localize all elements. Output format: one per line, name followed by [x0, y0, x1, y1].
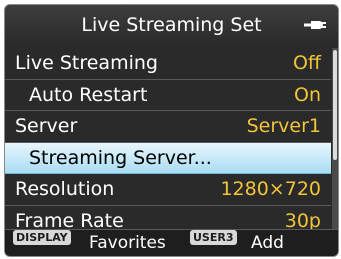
menu-item-auto-restart[interactable]: Auto Restart On [5, 80, 331, 111]
menu-title: Live Streaming Set [81, 14, 262, 36]
menu-item-label: Streaming Server... [29, 146, 212, 169]
menu-header: Live Streaming Set [5, 5, 338, 45]
menu-item-value: 1280×720 [220, 178, 321, 200]
display-key-badge: DISPLAY [13, 230, 71, 245]
add-label: Add [251, 233, 284, 253]
menu-footer: DISPLAY Favorites USER3 Add [5, 229, 338, 256]
user3-key-badge: USER3 [190, 230, 237, 245]
menu-item-live-streaming[interactable]: Live Streaming Off [5, 48, 331, 80]
menu-item-value: On [294, 83, 321, 106]
menu-item-streaming-server[interactable]: Streaming Server... [5, 142, 331, 174]
menu-item-label: Live Streaming [15, 52, 158, 74]
menu-item-label: Server [15, 115, 78, 137]
menu-item-value: Server1 [246, 115, 321, 137]
menu-item-label: Resolution [15, 178, 115, 200]
menu-item-server[interactable]: Server Server1 [5, 111, 331, 143]
menu-item-value: Off [292, 52, 321, 74]
menu-list: Live Streaming Off Auto Restart On Serve… [5, 48, 331, 237]
favorites-label: Favorites [89, 233, 166, 253]
menu-item-resolution[interactable]: Resolution 1280×720 [5, 174, 331, 206]
battery-plug-icon [304, 21, 326, 29]
scrollbar-thumb[interactable] [333, 50, 337, 160]
menu-scrollbar[interactable] [332, 48, 338, 237]
menu-item-label: Auto Restart [29, 83, 148, 106]
menu-screen: Live Streaming Set Live Streaming Off Au… [4, 4, 339, 257]
